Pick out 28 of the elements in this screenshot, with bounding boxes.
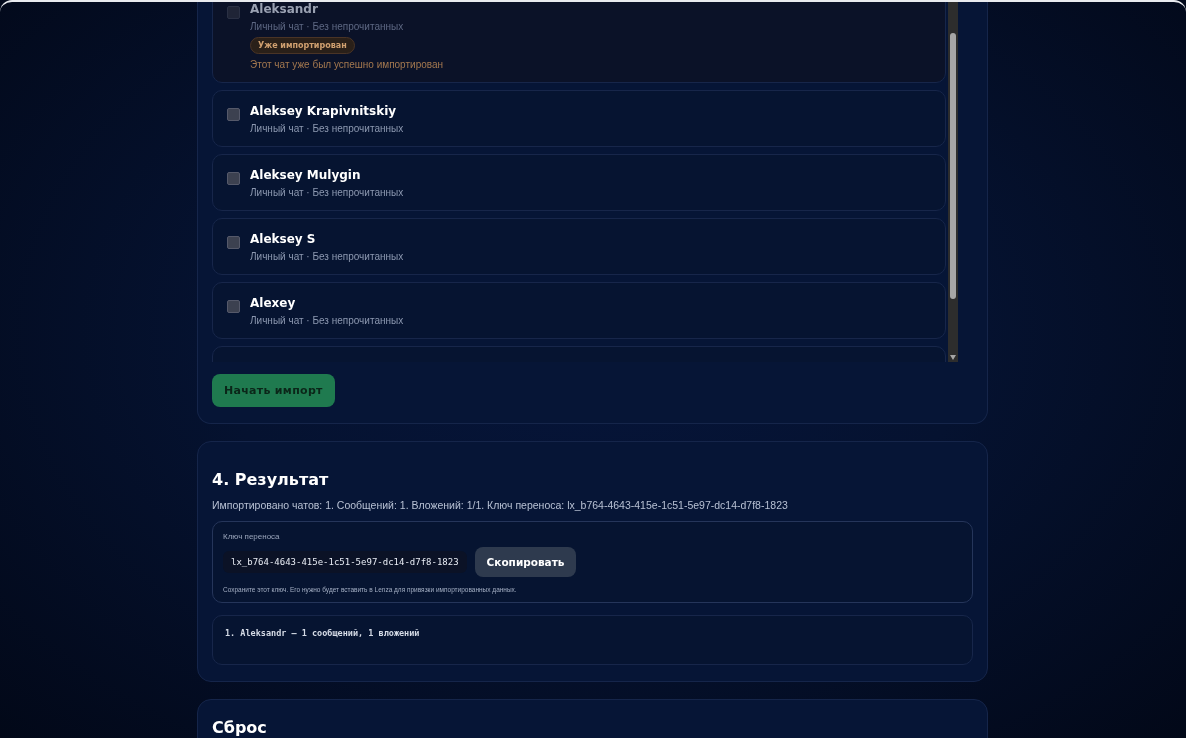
copy-button[interactable]: Скопировать: [474, 547, 577, 577]
key-field[interactable]: lx_b764-4643-415e-1c51-5e97-dc14-d7f8-1823: [223, 551, 467, 573]
chat-name: Aleksey Mulygin: [250, 168, 361, 182]
chat-name: Aleksandr: [250, 2, 318, 16]
chat-item-card[interactable]: Aleksey Mulygin Личный чат · Без непрочитанных: [212, 154, 946, 211]
log-line: 1. Aleksandr — 1 сообщений, 1 вложений: [225, 628, 421, 638]
chat-subtitle: Личный чат · Без непрочитанных: [250, 251, 404, 262]
chat-subtitle: Личный чат · Без непрочитанных: [250, 21, 404, 32]
chat-name: Aleksey S: [250, 232, 316, 246]
scrollbar[interactable]: [948, 2, 958, 362]
chat-name: Aleksey Krapivnitskiy: [250, 104, 397, 118]
chat-item-card[interactable]: Alexey Личный чат · Без непрочитанных: [212, 282, 946, 339]
checkbox[interactable]: [227, 300, 240, 313]
section-title: 4. Результат: [212, 470, 330, 489]
chat-item-card[interactable]: Aleksey S Личный чат · Без непрочитанных: [212, 218, 946, 275]
result-summary: Импортировано чатов: 1. Сообщений: 1. Вложений: 1/1. Ключ переноса: lx_b764-4643-415e-1c51-5e97-dc14-d7f8-1823: [212, 499, 789, 511]
chat-subtitle: Личный чат · Без непрочитанных: [250, 187, 404, 198]
status-note: Этот чат уже был успешно импортирован: [250, 59, 444, 70]
section-title: Сброс: [212, 718, 268, 737]
chat-item-card[interactable]: Aleksey Krapivnitskiy Личный чат · Без непрочитанных: [212, 90, 946, 147]
chat-subtitle: Личный чат · Без непрочитанных: [250, 315, 404, 326]
chat-subtitle: Личный чат · Без непрочитанных: [250, 123, 404, 134]
checkbox[interactable]: [227, 108, 240, 121]
checkbox[interactable]: [227, 236, 240, 249]
field-label: Ключ переноса: [223, 532, 280, 541]
chat-name: Alexey: [250, 296, 296, 310]
checkbox[interactable]: [227, 172, 240, 185]
status-badge: Уже импортирован: [250, 37, 355, 54]
